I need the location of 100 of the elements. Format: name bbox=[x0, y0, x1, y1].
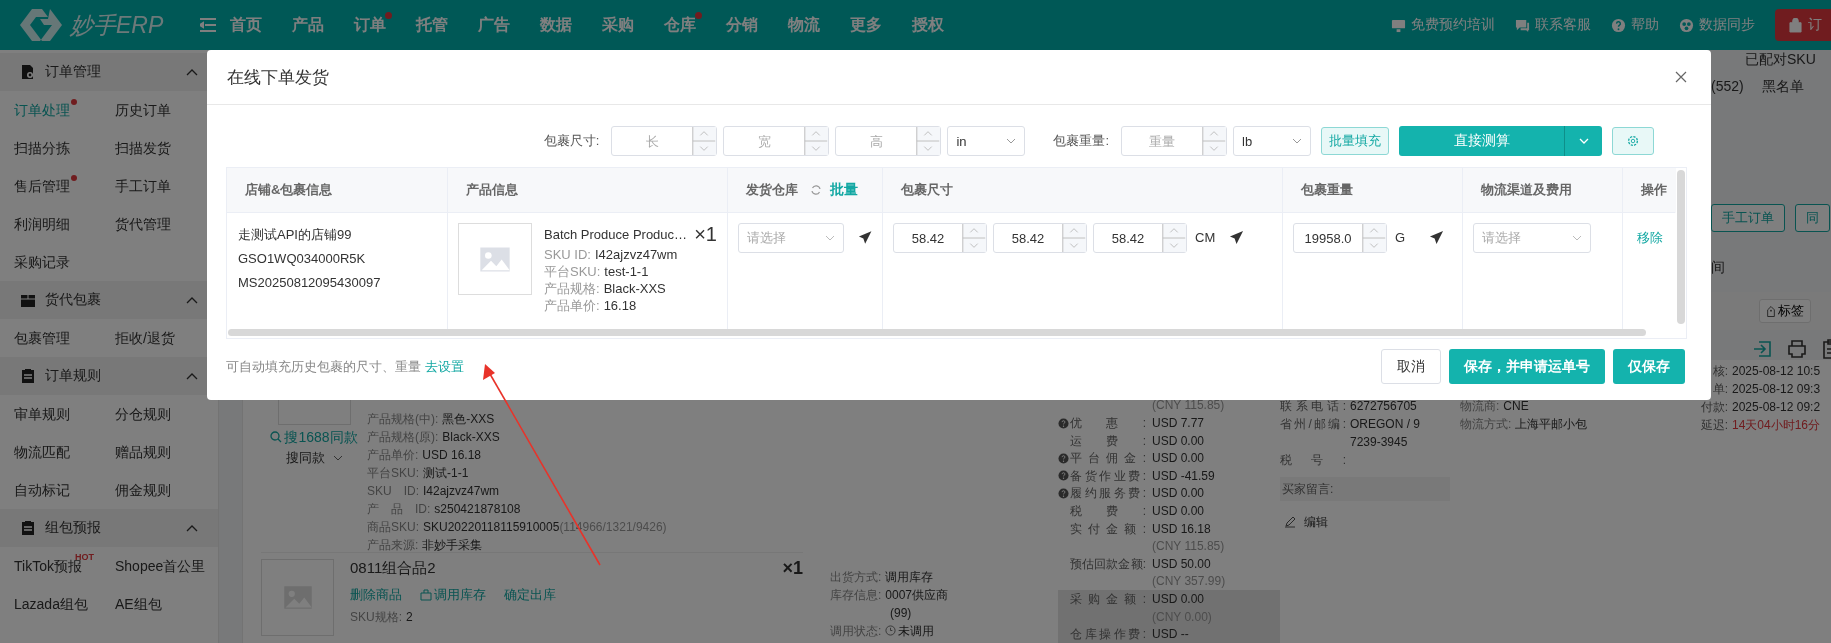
refresh-icon[interactable] bbox=[810, 184, 822, 196]
export-icon[interactable] bbox=[1753, 339, 1773, 359]
close-icon[interactable] bbox=[1675, 71, 1687, 83]
nav-item[interactable]: 订单 bbox=[354, 14, 416, 36]
edit-link[interactable]: 编辑 bbox=[1284, 512, 1460, 531]
warehouse-select[interactable]: 请选择 bbox=[738, 223, 844, 253]
sidebar-item[interactable]: Lazada组包 bbox=[0, 585, 101, 623]
dimension-input[interactable]: 58.42 bbox=[894, 224, 962, 252]
stepper-arrows-icon[interactable] bbox=[1202, 127, 1226, 155]
weight-input[interactable]: 19958.0 bbox=[1294, 224, 1362, 252]
nav-item[interactable]: 数据 bbox=[540, 14, 602, 36]
sidebar-item[interactable]: 自动标记 bbox=[0, 471, 101, 509]
sidebar-item[interactable]: 扫描分拣 bbox=[0, 129, 101, 167]
nav-item[interactable]: 分销 bbox=[726, 14, 788, 36]
nav-item[interactable]: 广告 bbox=[478, 14, 540, 36]
fee-line: 税费: USD 0.00 bbox=[1069, 503, 1206, 520]
stepper-arrows-icon[interactable] bbox=[962, 224, 986, 252]
header-link[interactable]: 数据同步 bbox=[1679, 16, 1755, 34]
sidebar-item[interactable]: TikTok预报 HOT bbox=[0, 547, 101, 585]
unit-select[interactable]: in bbox=[947, 126, 1026, 156]
product-action-link[interactable]: 确定出库 bbox=[504, 585, 556, 604]
stepper-arrows-icon[interactable] bbox=[1162, 224, 1186, 252]
dimension-field[interactable]: 宽 bbox=[723, 126, 830, 156]
nav-item[interactable]: 授权 bbox=[912, 14, 974, 36]
horizontal-scrollbar[interactable] bbox=[228, 329, 1646, 336]
print-icon[interactable] bbox=[1787, 339, 1807, 359]
dimension-input[interactable]: 宽 bbox=[724, 127, 805, 155]
weight-field[interactable]: 19958.0 bbox=[1293, 223, 1387, 253]
header-link[interactable]: 帮助 bbox=[1611, 16, 1659, 34]
stepper-arrows-icon[interactable] bbox=[1062, 224, 1086, 252]
settings-button[interactable] bbox=[1612, 127, 1654, 155]
send-icon[interactable] bbox=[1229, 230, 1245, 245]
sidebar-item[interactable]: 分仓规则 bbox=[101, 395, 218, 433]
batch-link[interactable]: 批量 bbox=[830, 181, 858, 199]
dimension-input[interactable]: 高 bbox=[836, 127, 917, 155]
sidebar-item[interactable]: AE组包 bbox=[101, 585, 218, 623]
dimension-field[interactable]: 长 bbox=[611, 126, 718, 156]
nav-item[interactable]: 采购 bbox=[602, 14, 664, 36]
nav-item[interactable]: 首页 bbox=[230, 14, 292, 36]
batch-fill-button[interactable]: 批量填充 bbox=[1321, 127, 1389, 155]
count-tab[interactable]: (552) bbox=[1711, 78, 1744, 96]
dimension-field[interactable]: 高 bbox=[835, 126, 942, 156]
hint-text: 可自动填充历史包裹的尺寸、重量 去设置 bbox=[226, 357, 464, 376]
search-similar-link[interactable]: 搜1688同款 bbox=[270, 427, 358, 446]
nav-item[interactable]: 仓库 bbox=[664, 14, 726, 36]
sidebar-item[interactable]: 佣金规则 bbox=[101, 471, 218, 509]
sync-icon bbox=[1679, 17, 1694, 33]
dimension-input[interactable]: 58.42 bbox=[1094, 224, 1162, 252]
tag-button[interactable]: 标签 bbox=[1759, 299, 1811, 323]
document-gear-icon bbox=[20, 64, 36, 80]
product-action-link[interactable]: 调用库存 bbox=[420, 585, 486, 604]
caret-icon bbox=[186, 372, 198, 380]
vertical-scrollbar[interactable] bbox=[1677, 170, 1685, 324]
weight-input[interactable]: 重量 bbox=[1122, 127, 1202, 155]
paired-sku-tab[interactable]: 已配对SKU bbox=[1745, 51, 1831, 69]
dropdown-button[interactable] bbox=[1564, 126, 1602, 156]
dimension-field[interactable]: 58.42 bbox=[1093, 223, 1187, 253]
sidebar-item[interactable]: 利润明细 bbox=[0, 205, 101, 243]
stepper-arrows-icon[interactable] bbox=[692, 127, 717, 155]
dialog-button[interactable]: 保存，并申请运单号 bbox=[1449, 349, 1605, 384]
sidebar-item[interactable]: 物流匹配 bbox=[0, 433, 101, 471]
nav-item[interactable]: 托管 bbox=[416, 14, 478, 36]
sidebar-item[interactable]: 审单规则 bbox=[0, 395, 101, 433]
nav-item[interactable]: 物流 bbox=[788, 14, 850, 36]
dialog-button[interactable]: 仅保存 bbox=[1613, 349, 1685, 384]
stepper-arrows-icon[interactable] bbox=[916, 127, 941, 155]
weight-field[interactable]: 重量 bbox=[1121, 126, 1227, 156]
stepper-arrows-icon[interactable] bbox=[1362, 224, 1386, 252]
toolbar-button[interactable]: 同 bbox=[1795, 204, 1830, 232]
remove-link[interactable]: 移除 bbox=[1637, 223, 1663, 253]
toolbar-button[interactable]: 手工订单 bbox=[1711, 204, 1785, 232]
dimension-input[interactable]: 58.42 bbox=[994, 224, 1062, 252]
sidebar-item[interactable]: 售后管理 bbox=[0, 167, 101, 205]
nav-item[interactable]: 产品 bbox=[292, 14, 354, 36]
unit-select[interactable]: lb bbox=[1233, 126, 1311, 156]
product-action-link[interactable]: 删除商品 bbox=[350, 585, 402, 604]
sidebar-item[interactable]: 赠品规则 bbox=[101, 433, 218, 471]
header-link[interactable]: 免费预约培训 bbox=[1391, 16, 1495, 34]
nav-item[interactable]: 更多 bbox=[850, 14, 912, 36]
sidebar-item[interactable]: 订单处理 bbox=[0, 91, 101, 129]
stepper-arrows-icon[interactable] bbox=[804, 127, 829, 155]
settings-link[interactable]: 去设置 bbox=[424, 357, 464, 376]
sidebar-item[interactable]: 包裹管理 bbox=[0, 319, 101, 357]
sidebar-item[interactable]: 采购记录 bbox=[0, 243, 101, 281]
sidebar-section-header[interactable]: 组包预报 bbox=[0, 509, 218, 547]
header-link[interactable]: 联系客服 bbox=[1515, 16, 1591, 34]
order-button[interactable]: 订 bbox=[1775, 9, 1831, 41]
dialog-button[interactable]: 取消 bbox=[1381, 349, 1441, 384]
blacklist-tab[interactable]: 黑名单 bbox=[1761, 78, 1804, 96]
dimension-field[interactable]: 58.42 bbox=[993, 223, 1087, 253]
send-icon[interactable] bbox=[1429, 230, 1445, 245]
sidebar-item[interactable]: Shopee首公里 bbox=[101, 547, 218, 585]
channel-select[interactable]: 请选择 bbox=[1473, 223, 1591, 253]
buyer-detail: 7239-3945 bbox=[1349, 433, 1409, 451]
dimension-field[interactable]: 58.42 bbox=[893, 223, 987, 253]
search-dropdown[interactable]: 搜同款 bbox=[285, 448, 343, 467]
calculate-button[interactable]: 直接测算 bbox=[1399, 126, 1564, 156]
send-icon[interactable] bbox=[857, 230, 872, 245]
menu-icon[interactable] bbox=[200, 18, 216, 32]
dimension-input[interactable]: 长 bbox=[612, 127, 693, 155]
